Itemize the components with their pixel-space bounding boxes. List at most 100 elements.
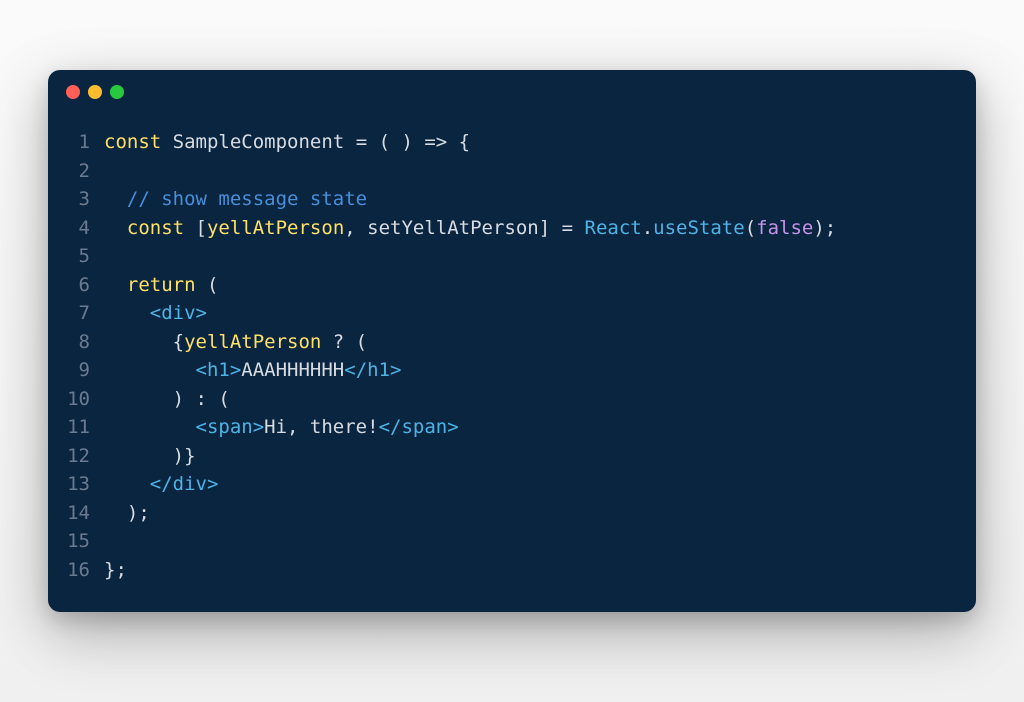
code-token (104, 188, 127, 210)
code-token: const (127, 217, 184, 239)
code-content: ) : ( (104, 385, 230, 414)
code-token: ? ( (321, 331, 367, 353)
code-token: </ (104, 473, 173, 495)
line-number: 4 (48, 214, 104, 243)
code-line: 13 </div> (48, 470, 976, 499)
code-line: 1const SampleComponent = ( ) => { (48, 128, 976, 157)
code-token: > (207, 473, 218, 495)
code-line: 12 )} (48, 442, 976, 471)
code-line: 6 return ( (48, 271, 976, 300)
line-number: 14 (48, 499, 104, 528)
line-number: 15 (48, 527, 104, 556)
code-token: Hi, there! (264, 416, 378, 438)
code-content: const [yellAtPerson, setYellAtPerson] = … (104, 214, 836, 243)
code-token: > (230, 359, 241, 381)
code-token: [ (184, 217, 207, 239)
code-token: < (104, 359, 207, 381)
maximize-icon[interactable] (110, 85, 124, 99)
code-content: ); (104, 499, 150, 528)
code-line: 16}; (48, 556, 976, 585)
code-token: false (756, 217, 813, 239)
line-number: 10 (48, 385, 104, 414)
line-number: 6 (48, 271, 104, 300)
code-content: const SampleComponent = ( ) => { (104, 128, 470, 157)
code-token: > (196, 302, 207, 324)
code-content: <h1>AAAHHHHHH</h1> (104, 356, 401, 385)
code-token: ); (813, 217, 836, 239)
code-token (104, 217, 127, 239)
code-content: return ( (104, 271, 218, 300)
code-token: useState (653, 217, 745, 239)
code-token: span (207, 416, 253, 438)
line-number: 7 (48, 299, 104, 328)
line-number: 9 (48, 356, 104, 385)
code-line: 9 <h1>AAAHHHHHH</h1> (48, 356, 976, 385)
window-titlebar (48, 70, 976, 114)
code-token: > (253, 416, 264, 438)
code-token: React (585, 217, 642, 239)
code-token: > (390, 359, 401, 381)
code-token: = ( ) => { (344, 131, 470, 153)
line-number: 3 (48, 185, 104, 214)
code-token: < (104, 416, 207, 438)
code-line: 10 ) : ( (48, 385, 976, 414)
code-line: 3 // show message state (48, 185, 976, 214)
code-line: 2 (48, 157, 976, 186)
code-token: const (104, 131, 161, 153)
code-token: return (127, 274, 196, 296)
code-line: 8 {yellAtPerson ? ( (48, 328, 976, 357)
code-token: div (161, 302, 195, 324)
code-token: }; (104, 559, 127, 581)
code-line: 5 (48, 242, 976, 271)
code-token: > (447, 416, 458, 438)
code-token (161, 131, 172, 153)
line-number: 1 (48, 128, 104, 157)
code-content: {yellAtPerson ? ( (104, 328, 367, 357)
code-token: , (344, 217, 367, 239)
code-editor[interactable]: 1const SampleComponent = ( ) => {23 // s… (48, 114, 976, 612)
code-token: h1 (367, 359, 390, 381)
code-window: 1const SampleComponent = ( ) => {23 // s… (48, 70, 976, 612)
code-token: </ (379, 416, 402, 438)
code-token: ( (196, 274, 219, 296)
code-token: )} (104, 445, 196, 467)
code-line: 14 ); (48, 499, 976, 528)
code-token: SampleComponent (173, 131, 345, 153)
code-token: setYellAtPerson (367, 217, 539, 239)
code-token: { (104, 331, 184, 353)
code-content: <span>Hi, there!</span> (104, 413, 459, 442)
code-token: ( (745, 217, 756, 239)
line-number: 2 (48, 157, 104, 186)
code-content: </div> (104, 470, 218, 499)
code-line: 15 (48, 527, 976, 556)
code-content: )} (104, 442, 196, 471)
code-token: span (401, 416, 447, 438)
code-token: . (642, 217, 653, 239)
code-token: </ (344, 359, 367, 381)
code-content: // show message state (104, 185, 367, 214)
line-number: 16 (48, 556, 104, 585)
code-token (104, 274, 127, 296)
code-token: AAAHHHHHH (241, 359, 344, 381)
code-token: ] = (539, 217, 585, 239)
code-token: h1 (207, 359, 230, 381)
minimize-icon[interactable] (88, 85, 102, 99)
code-line: 11 <span>Hi, there!</span> (48, 413, 976, 442)
line-number: 11 (48, 413, 104, 442)
code-token: yellAtPerson (207, 217, 344, 239)
code-token: < (104, 302, 161, 324)
line-number: 12 (48, 442, 104, 471)
line-number: 13 (48, 470, 104, 499)
code-token: yellAtPerson (184, 331, 321, 353)
code-token: ) : ( (104, 388, 230, 410)
close-icon[interactable] (66, 85, 80, 99)
code-line: 4 const [yellAtPerson, setYellAtPerson] … (48, 214, 976, 243)
line-number: 5 (48, 242, 104, 271)
code-token: ); (104, 502, 150, 524)
code-token: div (173, 473, 207, 495)
code-content: }; (104, 556, 127, 585)
code-content: <div> (104, 299, 207, 328)
code-token: // show message state (127, 188, 367, 210)
line-number: 8 (48, 328, 104, 357)
code-line: 7 <div> (48, 299, 976, 328)
